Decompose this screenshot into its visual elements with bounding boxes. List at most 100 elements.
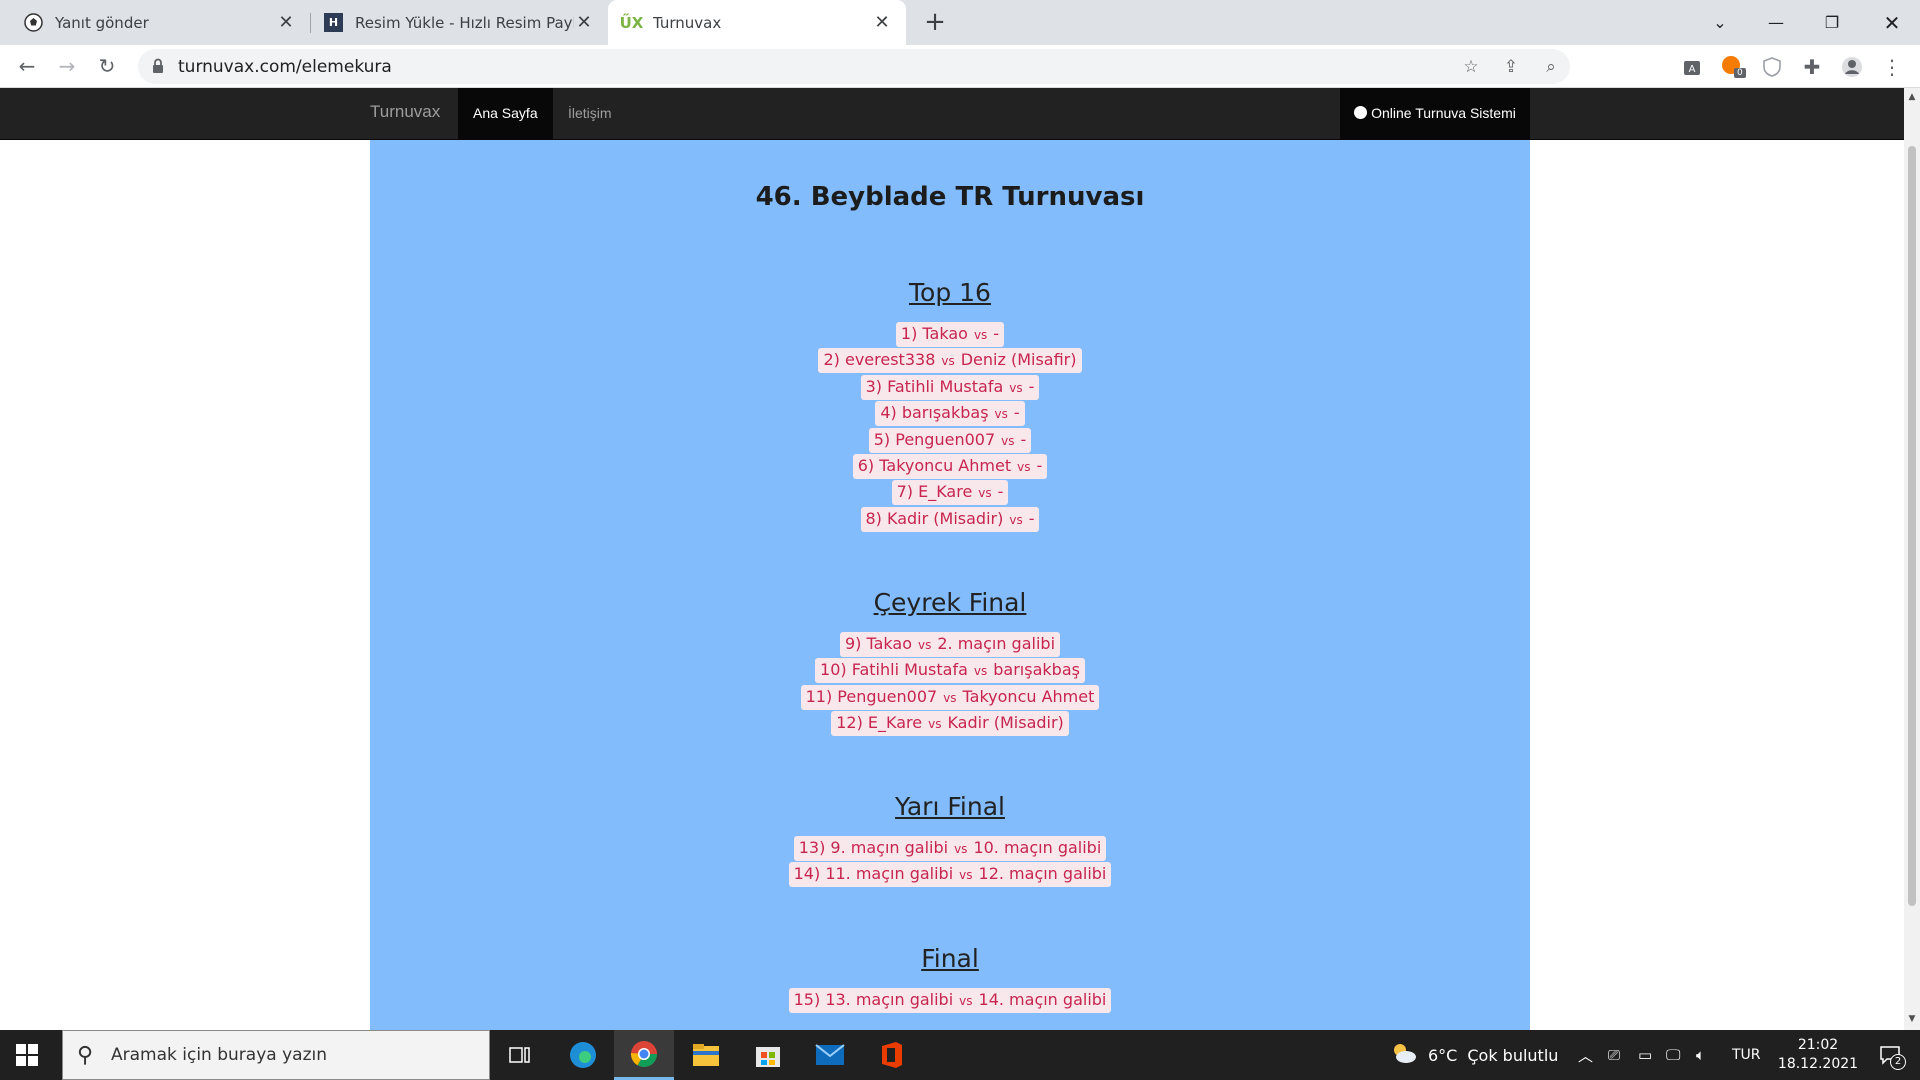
taskbar-search-box[interactable]: ⚲ Aramak için buraya yazın <box>62 1030 490 1080</box>
show-hidden-icons-chevron-icon[interactable]: ︿ <box>1578 1030 1593 1080</box>
tab-title: Resim Yükle - Hızlı Resim Paylaş - <box>355 13 574 32</box>
address-bar[interactable]: turnuvax.com/elemekura ⌕ ⇪ ☆ <box>138 49 1570 84</box>
browser-toolbar: ← → ↻ turnuvax.com/elemekura ⌕ ⇪ ☆ A 0 ✚… <box>0 45 1920 88</box>
close-icon[interactable]: ✕ <box>574 12 594 33</box>
scrollbar-thumb[interactable] <box>1908 146 1916 906</box>
notification-center-icon[interactable]: 2 <box>1870 1030 1910 1080</box>
network-icon[interactable]: 🖵 <box>1666 1030 1680 1080</box>
match-pill[interactable]: 3) Fatihli Mustafa vs - <box>860 374 1040 400</box>
match-pill[interactable]: 5) Penguen007 vs - <box>868 427 1032 453</box>
scroll-down-icon[interactable]: ▼ <box>1908 1014 1916 1024</box>
share-icon[interactable]: ⇪ <box>1500 57 1522 77</box>
vs-label: vs <box>994 407 1008 422</box>
vs-label: vs <box>1017 460 1031 474</box>
match-left-player: 1) Takao <box>900 324 968 343</box>
profile-avatar-icon[interactable] <box>1840 55 1864 79</box>
vs-label: vs <box>978 486 992 501</box>
match-right-player: barışakbaş <box>993 660 1080 680</box>
task-view-icon[interactable] <box>490 1030 550 1080</box>
reload-button[interactable]: ↻ <box>92 51 122 81</box>
windows-start-icon[interactable] <box>16 1044 38 1066</box>
tab-search-chevron-icon[interactable]: ⌄ <box>1692 0 1748 45</box>
chrome-browser-icon[interactable] <box>614 1030 674 1080</box>
office-icon[interactable] <box>862 1030 922 1080</box>
vs-label: vs <box>917 638 932 652</box>
match-row: 11) Penguen007 vs Takyoncu Ahmet <box>370 684 1530 711</box>
match-right-player: - <box>993 324 1000 343</box>
extension-orange-icon[interactable]: 0 <box>1720 55 1746 79</box>
shield-icon[interactable] <box>1760 55 1784 79</box>
match-left-player: 6) Takyoncu Ahmet <box>857 456 1012 475</box>
menu-kebab-icon[interactable]: ⋮ <box>1880 55 1904 79</box>
match-pill[interactable]: 1) Takao vs - <box>895 322 1005 347</box>
match-row: 6) Takyoncu Ahmet vs - <box>370 454 1530 480</box>
match-left-player: 13) 9. maçın galibi <box>798 838 949 857</box>
match-row: 13) 9. maçın galibi vs 10. maçın galibi <box>370 836 1530 862</box>
microsoft-store-icon[interactable] <box>738 1030 798 1080</box>
weather-widget[interactable]: 6°C Çok bulutlu <box>1390 1030 1558 1080</box>
match-pill[interactable]: 13) 9. maçın galibi vs 10. maçın galibi <box>793 836 1107 861</box>
meet-now-icon[interactable]: ⎚ <box>1608 1030 1620 1080</box>
match-left-player: 15) 13. maçın galibi <box>793 990 954 1009</box>
mail-icon[interactable] <box>800 1030 860 1080</box>
minimize-button[interactable]: — <box>1748 0 1804 45</box>
vs-label: vs <box>973 328 988 342</box>
soccer-ball-icon <box>24 13 43 32</box>
match-right-player: 12. maçın galibi <box>978 864 1107 884</box>
extension-a-icon[interactable]: A <box>1680 55 1704 79</box>
vs-label: vs <box>928 717 942 732</box>
file-explorer-icon[interactable] <box>676 1030 736 1080</box>
close-icon[interactable]: ✕ <box>872 12 892 33</box>
match-pill[interactable]: 7) E_Kare vs - <box>891 480 1009 506</box>
match-pill[interactable]: 8) Kadir (Misadir) vs - <box>860 506 1040 532</box>
tournament-title: 46. Beyblade TR Turnuvası <box>755 182 1145 212</box>
nav-online-turnuva[interactable]: Online Turnuva Sistemi <box>1340 88 1530 139</box>
match-pill[interactable]: 2) everest338 vs Deniz (Misafir) <box>818 348 1082 374</box>
match-pill[interactable]: 10) Fatihli Mustafa vs barışakbaş <box>815 658 1085 684</box>
turnuvax-favicon-icon: ŰX <box>619 13 644 32</box>
volume-icon[interactable]: 🔈︎ <box>1696 1030 1705 1080</box>
puzzle-extensions-icon[interactable]: ✚ <box>1800 55 1824 79</box>
nav-ana-sayfa[interactable]: Ana Sayfa <box>458 88 553 139</box>
tab-yanit-gonder[interactable]: Yanıt gönder ✕ <box>0 0 310 45</box>
match-pill[interactable]: 6) Takyoncu Ahmet vs - <box>852 454 1048 479</box>
match-right-player: 2. maçın galibi <box>937 634 1056 653</box>
match-right-player: Deniz (Misafir) <box>960 350 1077 370</box>
web-page: Turnuvax Ana Sayfa İletişim Online Turnu… <box>0 88 1904 1030</box>
forward-button[interactable]: → <box>52 51 82 81</box>
match-pill[interactable]: 9) Takao vs 2. maçın galibi <box>839 632 1061 657</box>
nav-iletisim[interactable]: İletişim <box>568 105 612 121</box>
match-row: 2) everest338 vs Deniz (Misafir) <box>370 348 1530 374</box>
match-row: 1) Takao vs - <box>370 322 1530 348</box>
match-row: 3) Fatihli Mustafa vs - <box>370 374 1530 401</box>
match-row: 7) E_Kare vs - <box>370 480 1530 506</box>
battery-icon[interactable]: ▭ <box>1638 1030 1652 1080</box>
match-pill[interactable]: 15) 13. maçın galibi vs 14. maçın galibi <box>788 988 1112 1013</box>
edge-browser-icon[interactable] <box>553 1030 613 1080</box>
language-indicator[interactable]: TUR <box>1732 1030 1761 1080</box>
tab-resim-yukle[interactable]: H Resim Yükle - Hızlı Resim Paylaş - ✕ <box>312 0 608 45</box>
new-tab-button[interactable]: + <box>921 4 949 40</box>
tab-strip: Yanıt gönder ✕ H Resim Yükle - Hızlı Res… <box>0 0 1920 45</box>
scroll-up-icon[interactable]: ▲ <box>1908 92 1916 102</box>
round-title: Top 16 <box>909 278 991 307</box>
match-pill[interactable]: 14) 11. maçın galibi vs 12. maçın galibi <box>788 862 1112 888</box>
match-right-player: 14. maçın galibi <box>978 990 1107 1009</box>
close-window-button[interactable]: ✕ <box>1864 0 1920 45</box>
vs-label: vs <box>973 664 988 679</box>
match-left-player: 10) Fatihli Mustafa <box>820 660 968 680</box>
zoom-icon[interactable]: ⌕ <box>1540 57 1562 77</box>
restore-button[interactable]: ❐ <box>1804 0 1860 45</box>
page-scrollbar[interactable]: ▲ ▼ <box>1904 88 1920 1030</box>
match-pill[interactable]: 11) Penguen007 vs Takyoncu Ahmet <box>800 684 1100 710</box>
back-button[interactable]: ← <box>12 51 42 81</box>
match-pill[interactable]: 4) barışakbaş vs - <box>875 401 1025 427</box>
clock[interactable]: 21:02 18.12.2021 <box>1772 1030 1864 1080</box>
match-row: 10) Fatihli Mustafa vs barışakbaş <box>370 658 1530 684</box>
tab-turnuvax[interactable]: ŰX Turnuvax ✕ <box>608 0 906 45</box>
close-icon[interactable]: ✕ <box>276 12 296 33</box>
weather-temp: 6°C <box>1428 1045 1458 1065</box>
match-pill[interactable]: 12) E_Kare vs Kadir (Misadir) <box>831 711 1069 737</box>
bookmark-star-icon[interactable]: ☆ <box>1460 57 1482 77</box>
site-brand-link[interactable]: Turnuvax <box>370 102 440 122</box>
